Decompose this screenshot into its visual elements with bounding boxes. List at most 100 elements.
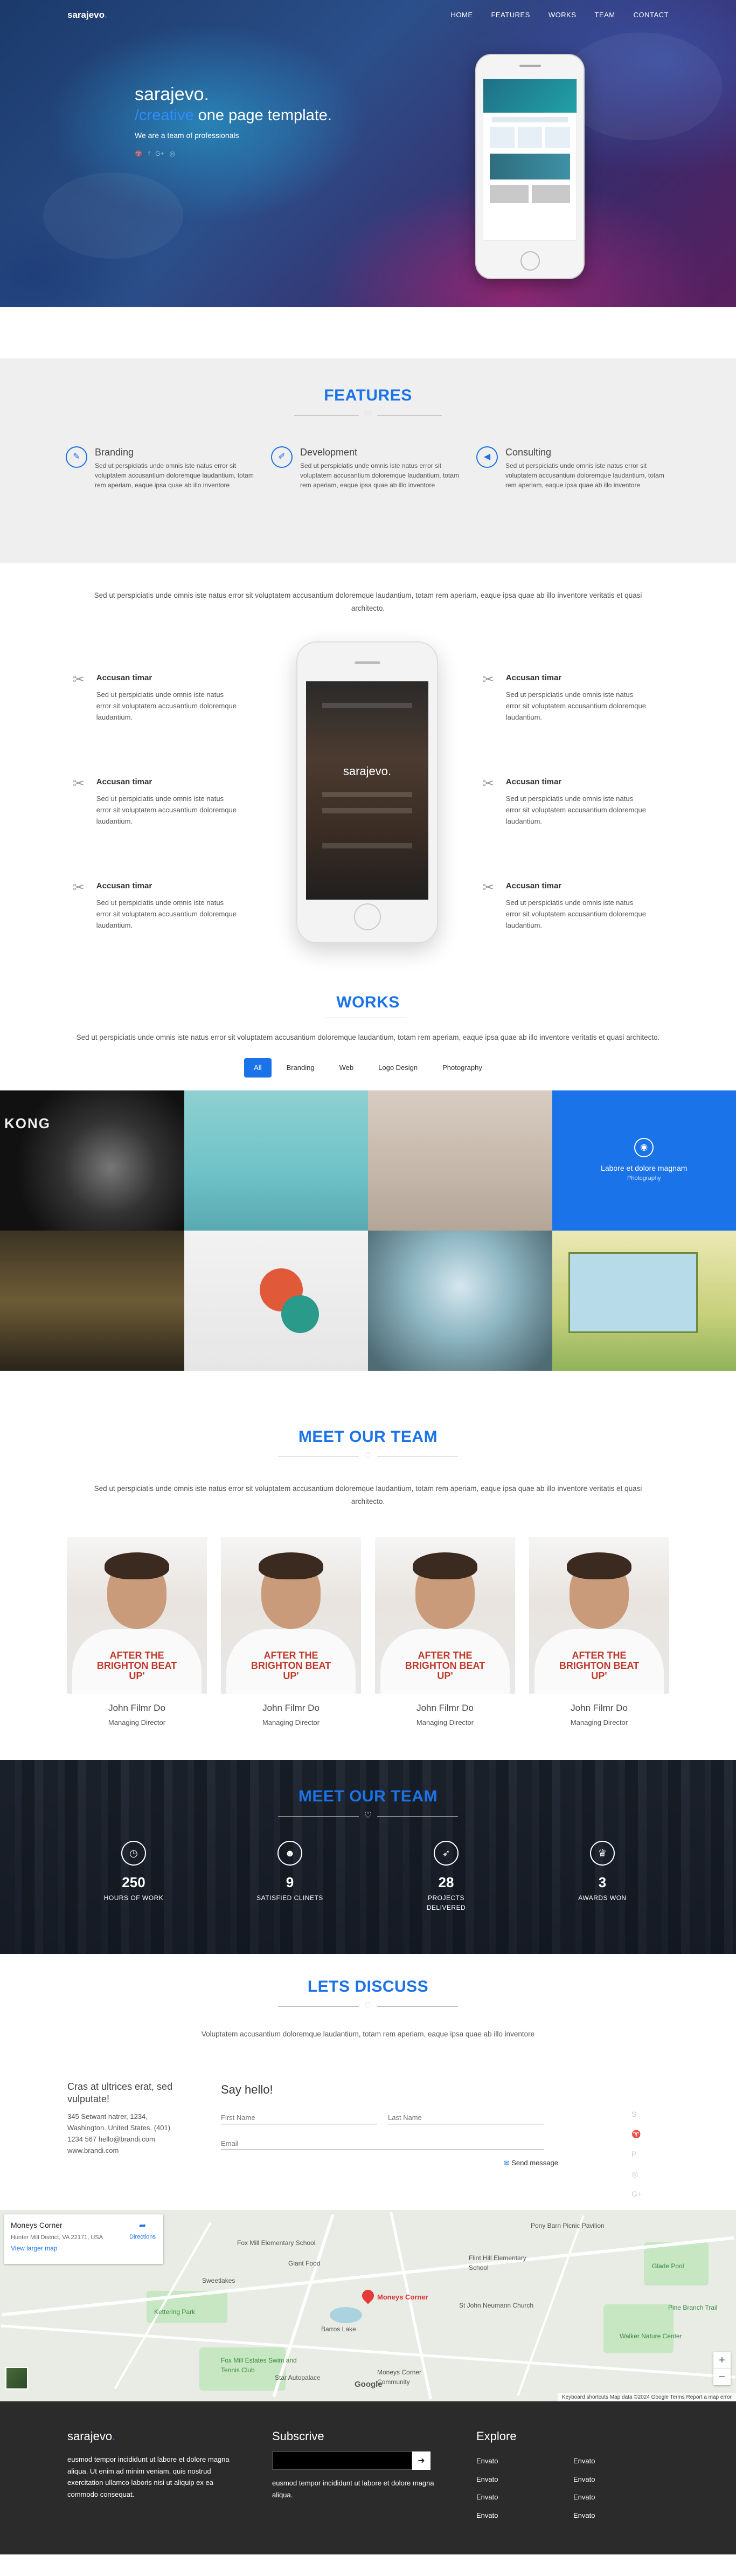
satellite-toggle[interactable] xyxy=(5,2367,28,2390)
menu-item-features[interactable]: FEATURES xyxy=(491,10,530,20)
stat-hours: ◷ 250 HOURS OF WORK xyxy=(96,1841,171,1912)
stat-number: 28 xyxy=(438,1874,454,1891)
dribbble-icon[interactable]: ◎ xyxy=(631,2168,642,2180)
site-logo[interactable]: sarajevo. xyxy=(67,8,107,22)
first-name-field[interactable] xyxy=(221,2111,377,2125)
footer-link[interactable]: Envato xyxy=(573,2474,670,2485)
map-label: Fox Mill Estates Swim and Tennis Club xyxy=(221,2357,297,2374)
dribbble-icon[interactable]: ◎ xyxy=(170,149,175,158)
stat-label: PROJECTS DELIVERED xyxy=(426,1894,466,1912)
subscribe-form: ➜ xyxy=(272,2451,445,2470)
directions-button[interactable]: ➦ Directions xyxy=(129,2220,156,2242)
footer-subscribe-column: Subscrive ➜ eusmod tempor incididunt ut … xyxy=(272,2427,445,2501)
footer-link[interactable]: Envato xyxy=(476,2456,573,2467)
pinterest-icon[interactable]: P xyxy=(631,2149,642,2160)
tools-icon: ✂ xyxy=(73,879,85,895)
map-label: Kettering Park xyxy=(154,2308,196,2316)
phone-feature-text: Sed ut perspiciatis unde omnis iste natu… xyxy=(96,794,237,826)
heart-icon: ♡ xyxy=(364,410,372,419)
phone-speaker xyxy=(354,661,380,664)
hero-subtitle-rest: one page template. xyxy=(193,106,332,124)
menu-item-team[interactable]: TEAM xyxy=(595,10,615,20)
portfolio-item[interactable] xyxy=(368,1230,552,1371)
phone-screen-logo: sarajevo. xyxy=(343,764,392,778)
subscribe-submit-button[interactable]: ➜ xyxy=(412,2451,431,2470)
map-label: Moneys Corner Community xyxy=(377,2368,422,2386)
location-map[interactable]: Fox Mill Elementary School Giant Food Sw… xyxy=(0,2210,736,2402)
tools-icon: ✂ xyxy=(482,671,494,687)
map-attribution: Keyboard shortcuts Map data ©2024 Google… xyxy=(557,2393,736,2402)
team-member-photo: AFTER THE BRIGHTON BEAT UP' xyxy=(529,1537,669,1694)
footer-link[interactable]: Envato xyxy=(573,2456,670,2467)
team-member-role: Managing Director xyxy=(416,1718,474,1726)
map-label: Barros Lake xyxy=(321,2325,356,2333)
feature-consulting: ◀ Consulting Sed ut perspiciatis unde omn… xyxy=(476,446,670,490)
google-plus-icon[interactable]: G+ xyxy=(155,149,164,158)
twitter-icon[interactable]: ♈ xyxy=(631,2129,642,2140)
map-park xyxy=(603,2304,673,2353)
footer-link[interactable]: Envato xyxy=(476,2510,573,2521)
phone-home-button xyxy=(353,903,381,930)
portfolio-filters: All Branding Web Logo Design Photography xyxy=(0,1058,736,1078)
eye-icon[interactable]: ◉ xyxy=(634,1138,654,1158)
explore-links: Envato Envato Envato Envato Envato Envat… xyxy=(476,2456,670,2520)
filter-web[interactable]: Web xyxy=(330,1058,364,1078)
footer-link[interactable]: Envato xyxy=(573,2492,670,2503)
explore-title: Explore xyxy=(476,2429,517,2443)
arrow-right-icon: ➜ xyxy=(418,2456,425,2466)
skype-icon[interactable]: S xyxy=(631,2109,642,2120)
twitter-icon[interactable]: ♈ xyxy=(135,149,143,158)
map-pin-label: Moneys Corner xyxy=(377,2293,428,2302)
clock-icon: ◷ xyxy=(121,1841,146,1866)
menu-item-works[interactable]: WORKS xyxy=(548,10,577,20)
subscribe-email-input[interactable] xyxy=(272,2451,412,2470)
portfolio-item[interactable] xyxy=(184,1090,368,1231)
portfolio-item[interactable] xyxy=(184,1230,368,1371)
footer-brand-column: sarajevo. eusmod tempor incididunt ut la… xyxy=(67,2427,245,2500)
portfolio-item[interactable] xyxy=(0,1230,184,1371)
filter-photography[interactable]: Photography xyxy=(433,1058,492,1078)
contact-lead: Voluptatem accusantium doloremque laudan… xyxy=(201,2030,535,2039)
address-line: Washington. United States. xyxy=(67,2124,152,2132)
phone-feature-text: Sed ut perspiciatis unde omnis iste natu… xyxy=(505,690,646,722)
stat-number: 3 xyxy=(598,1874,607,1891)
title-divider: ♡ xyxy=(0,1452,736,1461)
contact-title: LETS DISCUSS xyxy=(307,1978,429,1996)
send-label: Send message xyxy=(511,2159,558,2167)
map-pin-icon[interactable] xyxy=(359,2287,377,2304)
email-field[interactable] xyxy=(221,2137,544,2151)
portfolio-item[interactable]: KONG xyxy=(0,1090,184,1231)
address-website[interactable]: www.brandi.com xyxy=(67,2146,119,2154)
portfolio-item-hovered[interactable]: ◉ Labore et dolore magnam Photography xyxy=(552,1090,736,1231)
footer-link[interactable]: Envato xyxy=(476,2474,573,2485)
hero-phone-mockup xyxy=(475,54,585,279)
footer-link[interactable]: Envato xyxy=(476,2492,573,2503)
portfolio-item[interactable] xyxy=(368,1090,552,1231)
address-email[interactable]: hello@brandi.com xyxy=(99,2135,155,2143)
filter-logo-design[interactable]: Logo Design xyxy=(369,1058,427,1078)
zoom-out-button[interactable]: − xyxy=(713,2368,731,2385)
menu-item-contact[interactable]: CONTACT xyxy=(634,10,669,20)
footer-link[interactable]: Envato xyxy=(573,2510,670,2521)
google-plus-icon[interactable]: G+ xyxy=(631,2188,642,2200)
phone-feature-item: ✂ Accusan timar Sed ut perspiciatis unde o… xyxy=(482,776,649,880)
send-message-button[interactable]: ✉ Send message xyxy=(504,2159,558,2167)
facebook-icon[interactable]: f xyxy=(148,149,150,158)
google-logo: Google xyxy=(355,2379,383,2389)
tools-icon: ✂ xyxy=(73,775,85,791)
zoom-in-button[interactable]: + xyxy=(713,2352,731,2368)
filter-all[interactable]: All xyxy=(244,1058,272,1078)
portfolio-item[interactable] xyxy=(552,1230,736,1371)
map-label: Walker Nature Center xyxy=(620,2332,682,2340)
filter-branding[interactable]: Branding xyxy=(277,1058,324,1078)
address-lines: 345 Setwant natrer, 1234, Washington. Un… xyxy=(67,2111,183,2156)
phone-home-button xyxy=(520,251,540,271)
last-name-field[interactable] xyxy=(388,2111,544,2125)
map-label: St John Neumann Church xyxy=(459,2302,534,2310)
feature-development: ✐ Development Sed ut perspiciatis unde om… xyxy=(271,446,465,490)
view-larger-map-link[interactable]: View larger map xyxy=(11,2244,57,2252)
stat-number: 9 xyxy=(286,1874,294,1891)
hero-subtitle-accent: /creative xyxy=(135,106,194,124)
menu-item-home[interactable]: HOME xyxy=(450,10,473,20)
hero-tagline: We are a team of professionals xyxy=(135,131,239,140)
